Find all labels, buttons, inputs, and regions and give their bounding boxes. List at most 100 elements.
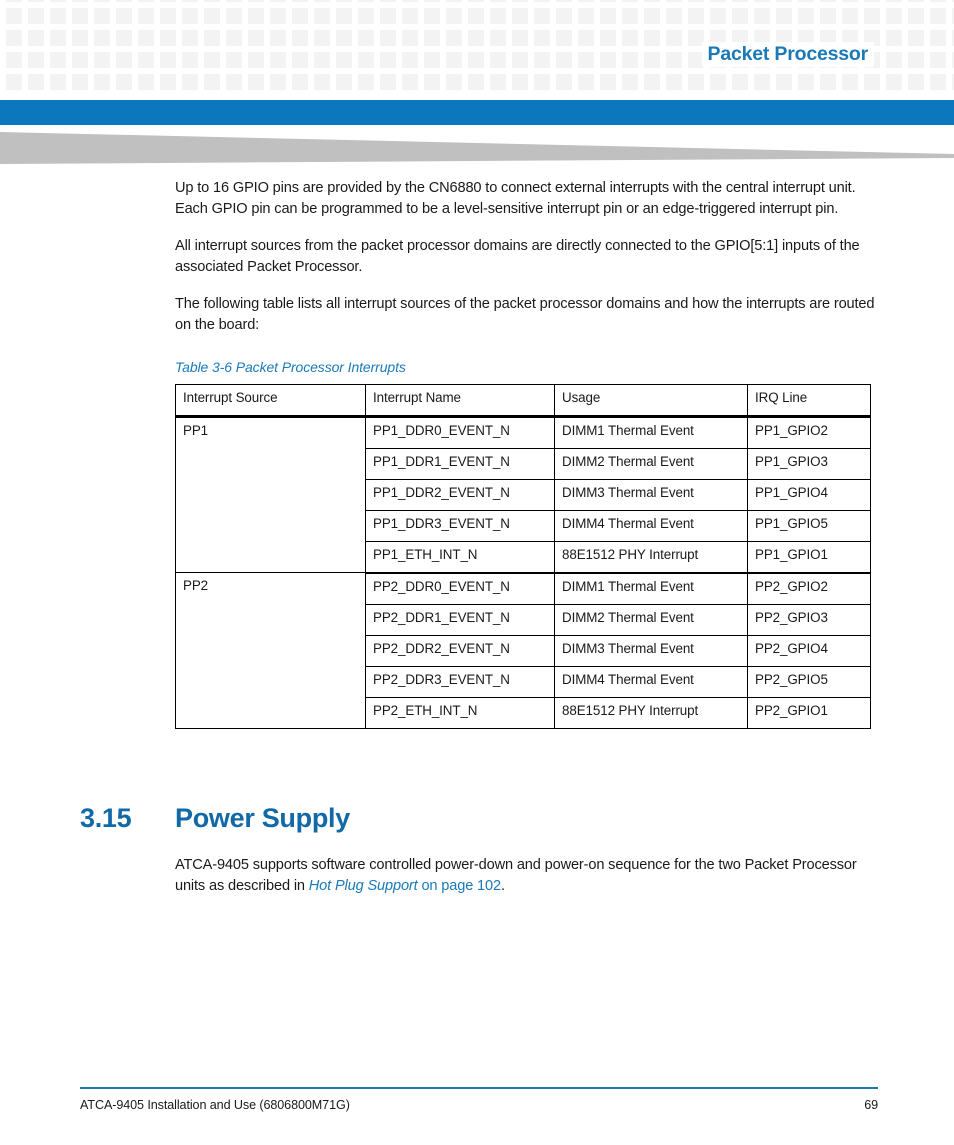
header-grid-square [666,74,682,90]
header-grid-square [534,52,550,68]
header-grid-square [864,74,880,90]
header-grid-square [578,0,594,2]
header-grid-square [248,8,264,24]
header-grid-square [886,52,902,68]
header-grid-square [336,30,352,46]
cell-irq-line: PP2_GPIO4 [747,634,871,667]
header-grid-square [512,74,528,90]
header-grid-square [446,8,462,24]
header-grid-square [600,52,616,68]
section-heading: 3.15 Power Supply [80,803,900,834]
header-grid-square [600,30,616,46]
header-grid-square [820,0,836,2]
cell-interrupt-name: PP2_DDR2_EVENT_N [365,634,555,667]
header-grid-square [908,30,924,46]
header-grid-square [6,8,22,24]
header-grid-square [292,8,308,24]
header-grid-square [556,30,572,46]
intro-paragraph-3: The following table lists all interrupt … [175,295,875,334]
header-grid-square [622,8,638,24]
cell-interrupt-name: PP2_DDR1_EVENT_N [365,603,555,636]
column-header-interrupt-source: Interrupt Source [175,383,366,418]
header-grid-square [226,74,242,90]
header-grid-square [622,74,638,90]
header-grid-square [468,52,484,68]
header-grid-square [336,52,352,68]
header-grid-square [886,74,902,90]
header-grid-square [204,52,220,68]
header-grid-square [94,8,110,24]
header-grid-square [710,8,726,24]
header-grid-square [204,30,220,46]
header-grid-square [842,74,858,90]
header-grid-square [556,8,572,24]
cell-interrupt-name: PP2_DDR0_EVENT_N [365,572,555,605]
header-grid-square [600,8,616,24]
header-grid-square [512,30,528,46]
header-grid-square [688,74,704,90]
header-grid-square [798,74,814,90]
header-grid-square [50,0,66,2]
header-grid-square [226,30,242,46]
header-grid-square [534,74,550,90]
header-grid-square [182,52,198,68]
header-grid-square [490,52,506,68]
header-grid-square [226,52,242,68]
cross-reference-page[interactable]: on page 102 [418,878,501,894]
header-grid-square [292,74,308,90]
header-grid-square [732,0,748,2]
header-grid-square [314,74,330,90]
header-grid-square [446,52,462,68]
header-grid-square [314,0,330,2]
header-grid-square [578,8,594,24]
cell-usage: DIMM2 Thermal Event [554,447,748,480]
header-grid-square [908,8,924,24]
header-grid-square [600,74,616,90]
header-grid-square [556,0,572,2]
header-grid-square [556,52,572,68]
header-grid-square [622,52,638,68]
header-grid-square [380,0,396,2]
cross-reference-link[interactable]: Hot Plug Support [309,878,418,894]
header-grid-square [6,74,22,90]
header-grid-square [182,8,198,24]
header-grid-square [908,74,924,90]
header-grid-square [886,0,902,2]
header-blue-bar [0,100,954,125]
header-grid-square [534,8,550,24]
header-grid-square [28,0,44,2]
header-grid-square [402,52,418,68]
header-grid-square [402,30,418,46]
header-grid-square [336,0,352,2]
header-grid-square [116,52,132,68]
column-header-irq-line: IRQ Line [747,383,871,418]
header-grid-square [204,8,220,24]
table-row: PP2 PP2_DDR0_EVENT_N DIMM1 Thermal Event PP… [175,572,871,729]
header-grid-square [336,74,352,90]
header-grid-square [842,8,858,24]
header-grid-square [820,74,836,90]
header-grid-square [116,8,132,24]
cell-usage: DIMM3 Thermal Event [554,478,748,511]
header-grid-square [776,8,792,24]
header-grid-square [930,0,946,2]
page-header-title: Packet Processor [701,42,874,68]
cell-interrupt-name: PP1_DDR3_EVENT_N [365,509,555,542]
header-grid-square [270,8,286,24]
header-grid-square [28,74,44,90]
header-grid-square [688,8,704,24]
header-grid-square [446,30,462,46]
header-grid-square [50,8,66,24]
intro-paragraph-1: Up to 16 GPIO pins are provided by the C… [175,180,856,218]
header-grid-square [490,30,506,46]
header-grid-square [138,74,154,90]
page-header: Packet Processor [0,0,954,100]
header-grid-square [776,0,792,2]
header-grid-square [578,30,594,46]
header-grid-square [94,30,110,46]
cell-interrupt-name: PP2_ETH_INT_N [365,696,555,729]
header-grid-square [864,8,880,24]
header-grid-square [490,74,506,90]
header-grid-square [578,52,594,68]
header-grid-square [666,52,682,68]
